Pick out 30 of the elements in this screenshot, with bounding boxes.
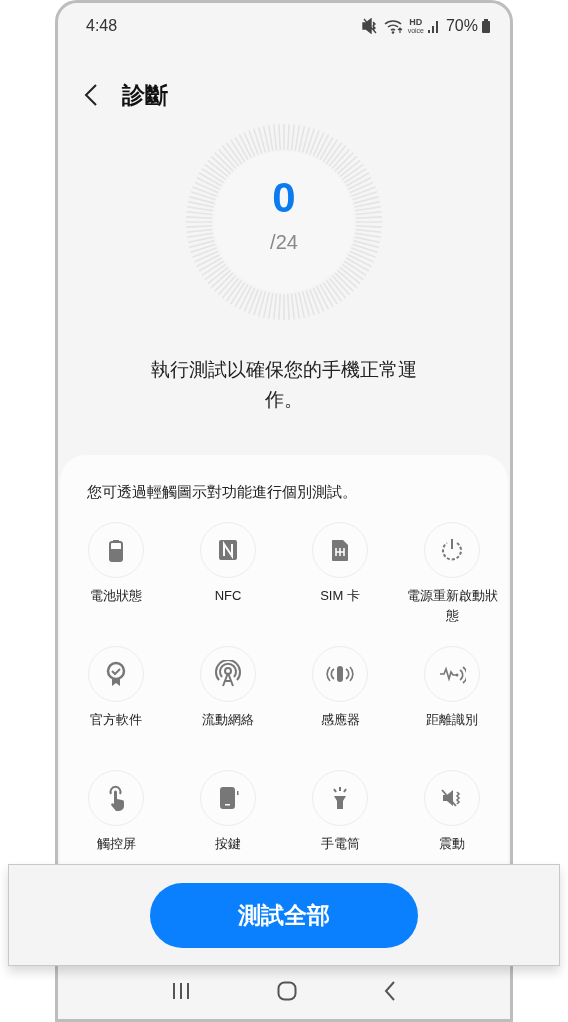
test-label: 感應器 [319,710,361,729]
recent-apps-icon[interactable] [171,982,190,1000]
test-label: SIM 卡 [319,586,361,605]
back-icon[interactable] [384,981,397,1001]
test-label: 距離識別 [425,710,479,729]
total-count: /24 [270,230,298,255]
hd-label: HD [409,18,423,27]
battery-percent: 70% [445,16,478,36]
test-label: 按鍵 [214,834,242,853]
test-label: 震動 [438,834,466,853]
home-icon[interactable] [277,981,297,1001]
back-icon[interactable] [84,84,98,106]
test-label: 手電筒 [319,834,361,853]
mute-icon [361,18,380,34]
intro-text: 執行測試以確保您的手機正常運作。 [150,358,418,412]
battery-icon [482,19,490,33]
wifi-icon [383,18,404,34]
page-title: 診斷 [122,80,168,110]
test-label: 官方軟件 [89,710,143,729]
test-label: NFC [213,586,243,605]
test-all-button[interactable]: 測試全部 [150,882,418,948]
tested-count: 0 [272,177,296,219]
signal-icon [427,19,440,33]
test-label: 電源重新啟動狀態 [405,586,499,625]
status-time: 4:48 [86,16,118,36]
antenna-icon [214,659,242,688]
card-hint: 您可透過輕觸圖示對功能進行個別測試。 [86,482,358,502]
test-label: 流動網絡 [201,710,255,729]
test-label: 電池狀態 [89,586,143,605]
test-label: 觸控屏 [95,834,137,853]
